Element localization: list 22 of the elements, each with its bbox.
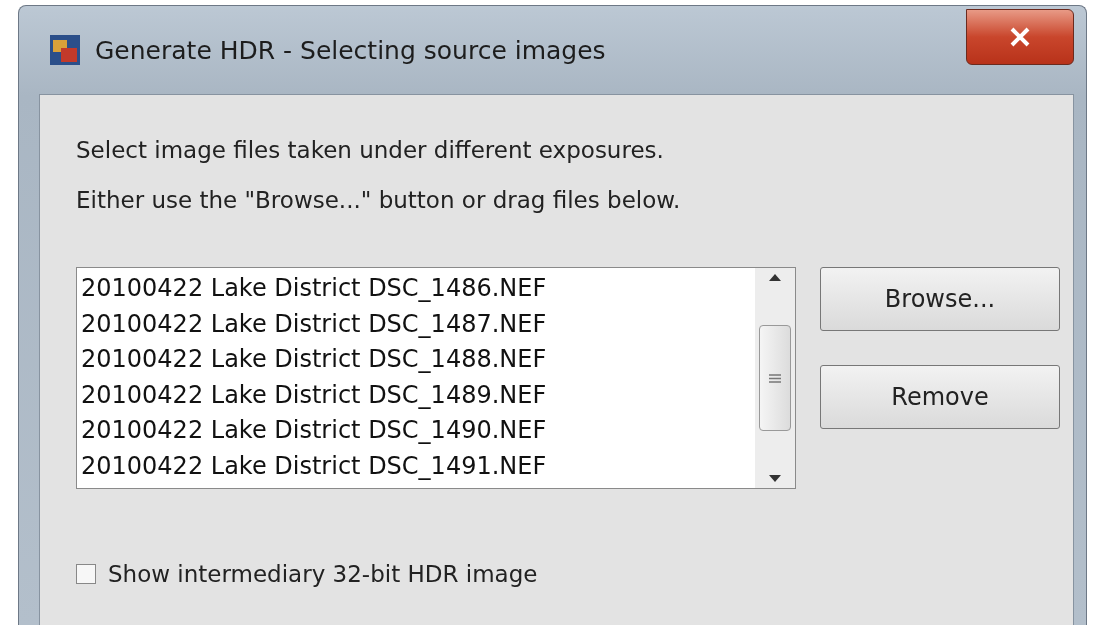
file-item[interactable]: 20100422 Lake District DSC_1491.NEF — [81, 448, 751, 484]
grip-icon — [769, 373, 781, 383]
file-list[interactable] — [76, 267, 796, 489]
file-item[interactable]: 20100422 Lake District DSC_1489.NEF — [81, 377, 751, 413]
instruction-text: Select image files taken under different exposures. — [76, 137, 665, 165]
scroll-thumb[interactable] — [759, 325, 791, 431]
checkbox[interactable] — [76, 564, 96, 584]
file-item[interactable]: 20100422 Lake District DSC_1488.NEF — [81, 342, 751, 378]
app-icon — [49, 34, 81, 66]
instruction-text: Either use the "Browse..." button or drag files below. — [76, 187, 682, 215]
close-button[interactable] — [966, 9, 1074, 65]
file-item[interactable]: 20100422 Lake District DSC_1486.NEF — [81, 271, 751, 307]
browse-button[interactable]: Browse... — [820, 267, 1060, 331]
close-icon — [1009, 26, 1031, 48]
file-item[interactable]: 20100422 Lake District DSC_1490.NEF — [81, 413, 751, 449]
checkbox-label: Show intermediary 32-bit HDR image — [108, 561, 538, 587]
window-title: Generate HDR - Selecting source images — [95, 35, 607, 65]
remove-button[interactable]: Remove — [820, 365, 1060, 429]
scrollbar[interactable] — [755, 268, 795, 488]
down-arrow-icon — [769, 475, 781, 482]
up-arrow-icon — [769, 274, 781, 281]
file-item[interactable]: 20100422 Lake District DSC_1487.NEF — [81, 306, 751, 342]
